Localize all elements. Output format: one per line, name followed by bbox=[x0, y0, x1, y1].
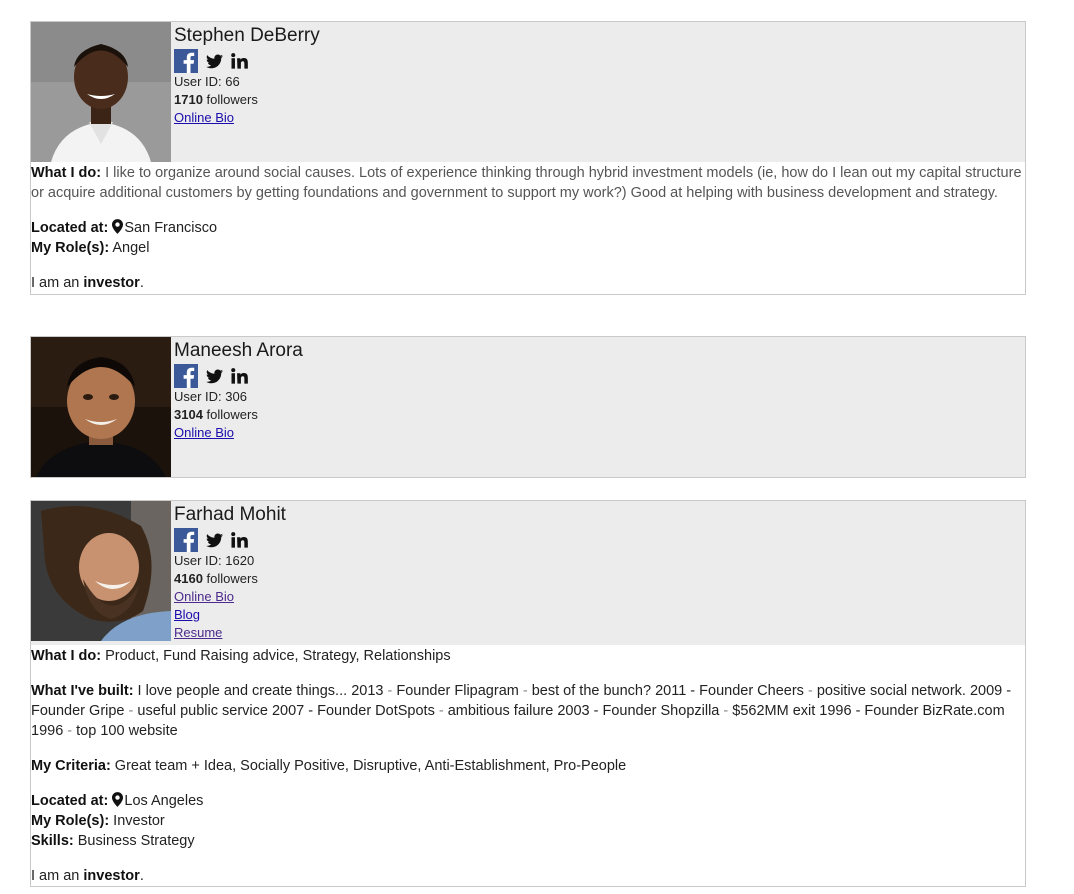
profile-header: Farhad Mohit User ID: 1620 4160 follower… bbox=[31, 501, 1025, 645]
built-role: - Founder Cheers bbox=[686, 683, 804, 699]
user-id: User ID: 1620 bbox=[174, 553, 255, 568]
built-desc: top 100 website bbox=[76, 723, 178, 739]
linkedin-icon[interactable] bbox=[231, 368, 248, 384]
i-am-statement: I am an investor. bbox=[31, 273, 1025, 294]
roles-text: Angel bbox=[109, 240, 150, 256]
skills-label: Skills: bbox=[31, 833, 74, 849]
skills-text: Business Strategy bbox=[73, 833, 195, 849]
criteria-text: Great team + Idea, Socially Positive, Di… bbox=[110, 758, 627, 774]
what-i-do: What I do: Product, Fund Raising advice,… bbox=[31, 646, 1025, 666]
built-sep: - bbox=[803, 683, 817, 699]
built-item: 2013 bbox=[351, 683, 384, 699]
location-text: San Francisco bbox=[124, 220, 218, 236]
profile-card: Maneesh Arora User ID: 306 3104 follower… bbox=[30, 336, 1026, 478]
followers-label: followers bbox=[202, 571, 258, 586]
user-id: User ID: 306 bbox=[174, 389, 247, 404]
facebook-icon[interactable] bbox=[174, 364, 198, 388]
social-links bbox=[174, 49, 320, 73]
user-id: User ID: 66 bbox=[174, 74, 240, 89]
i-am-prefix: I am an bbox=[31, 275, 84, 291]
built-desc: best of the bunch? 2011 bbox=[531, 683, 687, 699]
profile-body: What I do: I like to organize around soc… bbox=[31, 162, 1025, 294]
twitter-icon[interactable] bbox=[206, 53, 223, 69]
roles: My Role(s): Angel bbox=[31, 238, 1025, 258]
i-am-suffix: . bbox=[139, 275, 144, 291]
what-i-do-text: I like to organize around social causes.… bbox=[31, 165, 1022, 201]
built-sep: - bbox=[719, 703, 733, 719]
facebook-icon[interactable] bbox=[174, 528, 198, 552]
profile-name[interactable]: Maneesh Arora bbox=[174, 338, 303, 364]
built-sep: - bbox=[124, 703, 138, 719]
what-i-do: What I do: I like to organize around soc… bbox=[31, 163, 1025, 203]
blog-link[interactable]: Blog bbox=[174, 606, 286, 624]
social-links bbox=[174, 528, 286, 552]
location: Located at: Los Angeles bbox=[31, 791, 1025, 811]
built-role: - Founder Shopzilla bbox=[589, 703, 720, 719]
my-criteria: My Criteria: Great team + Idea, Socially… bbox=[31, 756, 1025, 776]
location-pin-icon bbox=[112, 219, 124, 234]
i-am-value: investor bbox=[83, 868, 140, 884]
built-sep: - bbox=[63, 723, 77, 739]
i-am-statement: I am an investor. bbox=[31, 866, 1025, 886]
profile-header: Stephen DeBerry User ID: 66 1710 followe… bbox=[31, 22, 1025, 162]
linkedin-icon[interactable] bbox=[231, 532, 248, 548]
roles: My Role(s): Investor bbox=[31, 811, 1025, 831]
followers-count: 4160 bbox=[174, 571, 203, 586]
profile-name[interactable]: Farhad Mohit bbox=[174, 502, 286, 528]
followers-count: 3104 bbox=[174, 407, 203, 422]
location-pin-icon bbox=[112, 792, 124, 807]
profile-header: Maneesh Arora User ID: 306 3104 follower… bbox=[31, 337, 1025, 477]
social-links bbox=[174, 364, 303, 388]
i-am-prefix: I am an bbox=[31, 868, 84, 884]
built-sep: - bbox=[518, 683, 532, 699]
what-i-do-text: Product, Fund Raising advice, Strategy, … bbox=[101, 648, 451, 664]
built-sep: - bbox=[434, 703, 448, 719]
i-am-value: investor bbox=[83, 275, 140, 291]
followers-count: 1710 bbox=[174, 92, 203, 107]
location: Located at: San Francisco bbox=[31, 218, 1025, 238]
linkedin-icon[interactable] bbox=[231, 53, 248, 69]
roles-label: My Role(s): bbox=[31, 813, 110, 829]
online-bio-link[interactable]: Online Bio bbox=[174, 588, 286, 606]
skills: Skills: Business Strategy bbox=[31, 831, 1025, 851]
built-desc: $562MM exit 1996 bbox=[732, 703, 852, 719]
built-desc: ambitious failure 2003 bbox=[447, 703, 590, 719]
built-sep: - bbox=[383, 683, 397, 699]
twitter-icon[interactable] bbox=[206, 368, 223, 384]
resume-link[interactable]: Resume bbox=[174, 624, 286, 642]
facebook-icon[interactable] bbox=[174, 49, 198, 73]
online-bio-link[interactable]: Online Bio bbox=[174, 424, 303, 442]
roles-text: Investor bbox=[109, 813, 165, 829]
online-bio-link[interactable]: Online Bio bbox=[174, 109, 320, 127]
profile-photo[interactable] bbox=[31, 22, 171, 162]
built-desc: positive social network. 2009 bbox=[816, 683, 1003, 699]
built-role: Founder Flipagram bbox=[396, 683, 519, 699]
twitter-icon[interactable] bbox=[206, 532, 223, 548]
profile-name[interactable]: Stephen DeBerry bbox=[174, 23, 320, 49]
built-role: - Founder DotSpots bbox=[304, 703, 435, 719]
profile-card: Farhad Mohit User ID: 1620 4160 follower… bbox=[30, 500, 1026, 887]
roles-label: My Role(s): bbox=[31, 240, 110, 256]
profile-body: What I do: Product, Fund Raising advice,… bbox=[31, 645, 1025, 886]
what-i-do-label: What I do: bbox=[31, 648, 102, 664]
profile-photo[interactable] bbox=[31, 337, 171, 477]
followers: 3104 followers bbox=[174, 406, 303, 424]
followers-label: followers bbox=[202, 92, 258, 107]
built-intro: I love people and create things... bbox=[133, 683, 352, 699]
criteria-label: My Criteria: bbox=[31, 758, 111, 774]
built-label: What I've built: bbox=[31, 683, 134, 699]
location-text: Los Angeles bbox=[124, 793, 204, 809]
followers: 4160 followers bbox=[174, 570, 286, 588]
location-label: Located at: bbox=[31, 793, 109, 809]
what-ive-built: What I've built: I love people and creat… bbox=[31, 681, 1025, 741]
i-am-suffix: . bbox=[139, 868, 144, 884]
built-desc: useful public service 2007 bbox=[137, 703, 305, 719]
followers: 1710 followers bbox=[174, 91, 320, 109]
profile-photo[interactable] bbox=[31, 501, 171, 641]
location-label: Located at: bbox=[31, 220, 109, 236]
what-i-do-label: What I do: bbox=[31, 165, 102, 181]
profile-card: Stephen DeBerry User ID: 66 1710 followe… bbox=[30, 21, 1026, 295]
followers-label: followers bbox=[202, 407, 258, 422]
